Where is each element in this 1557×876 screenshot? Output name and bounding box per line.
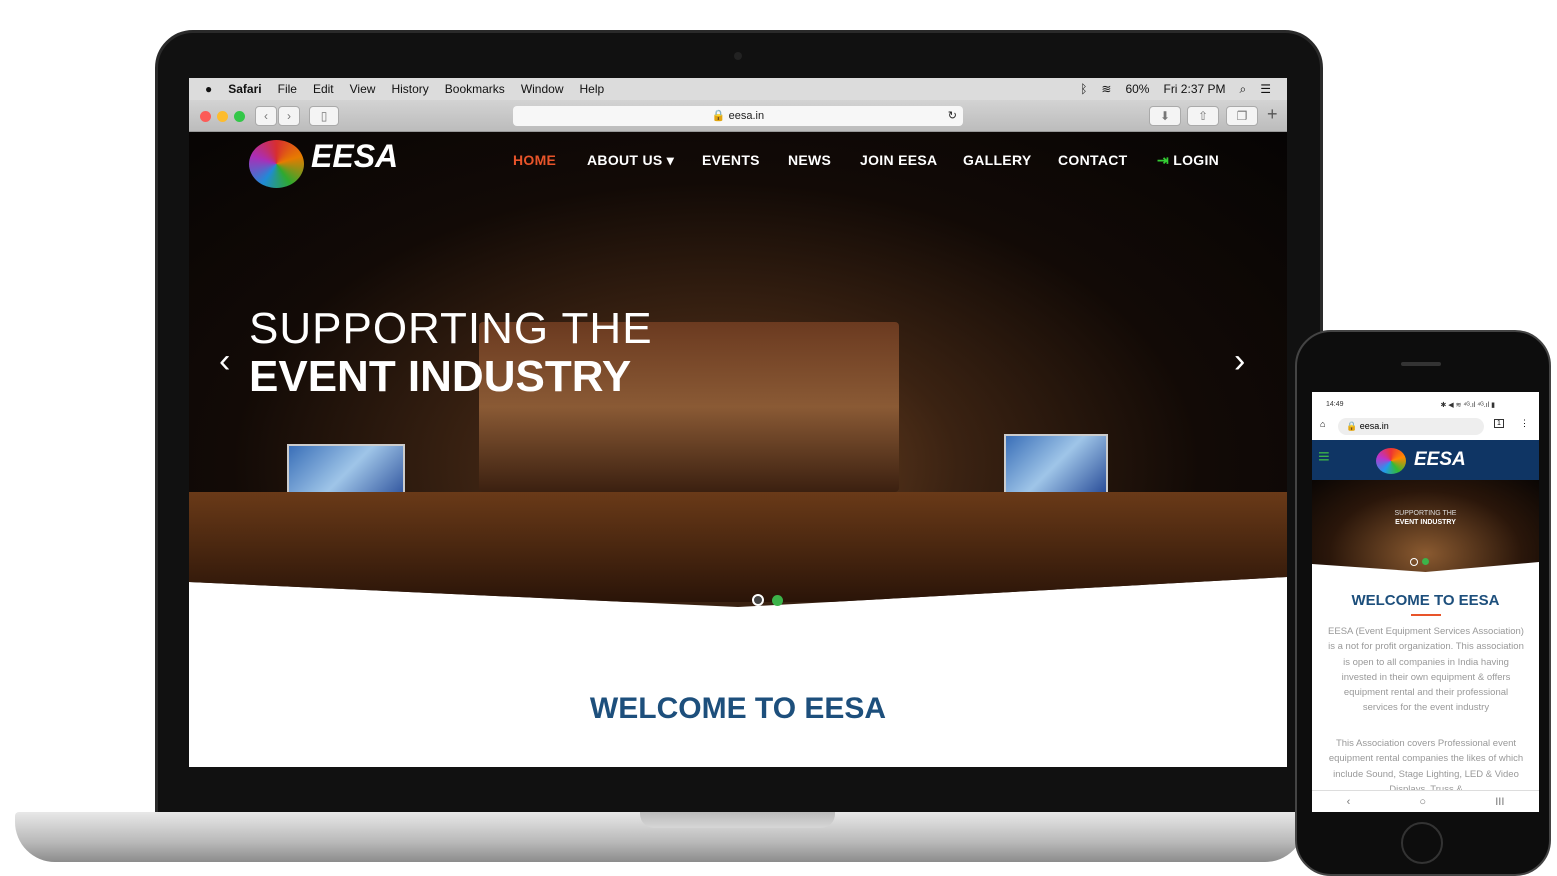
- camera: [734, 52, 742, 60]
- hero-title-line1: SUPPORTING THE: [249, 304, 653, 353]
- phone-status-bar: 14:49 ✱ ◀ ≋ ⁴ᴳ.ıl ⁴ᴳ.ıl ▮: [1312, 392, 1539, 414]
- phone-frame: 14:49 ✱ ◀ ≋ ⁴ᴳ.ıl ⁴ᴳ.ıl ▮ ⌂ 🔒 eesa.in 1 ⋮…: [1295, 330, 1551, 876]
- phone-time: 14:49: [1326, 401, 1344, 408]
- nav-join[interactable]: JOIN EESA: [860, 152, 937, 168]
- heading-underline: [1411, 614, 1441, 616]
- slider-dot-2[interactable]: [772, 595, 783, 606]
- phone-home-button[interactable]: [1401, 822, 1443, 864]
- battery-percent[interactable]: 60%: [1125, 82, 1149, 97]
- apple-menu-icon[interactable]: ●: [205, 82, 212, 96]
- new-tab-icon[interactable]: +: [1267, 104, 1278, 125]
- share-icon[interactable]: ⇧: [1187, 106, 1219, 126]
- android-recents-icon[interactable]: III: [1495, 796, 1504, 808]
- menu-edit[interactable]: Edit: [313, 82, 334, 96]
- crowd-image: [189, 492, 1287, 602]
- tabs-icon[interactable]: ❐: [1226, 106, 1258, 126]
- nav-events[interactable]: EVENTS: [702, 152, 760, 168]
- phone-logo-mark: [1376, 448, 1406, 474]
- phone-paragraph-2: This Association covers Professional eve…: [1328, 738, 1524, 795]
- list-icon[interactable]: ☰: [1260, 82, 1271, 97]
- hero-title-line2: EVENT INDUSTRY: [249, 352, 632, 401]
- back-icon[interactable]: ‹: [255, 106, 277, 126]
- phone-hero: SUPPORTING THE EVENT INDUSTRY: [1312, 480, 1539, 572]
- more-icon[interactable]: ⋮: [1520, 418, 1529, 429]
- phone-speaker: [1401, 362, 1441, 366]
- phone-url-bar[interactable]: 🔒 eesa.in: [1338, 418, 1484, 435]
- phone-address-row: ⌂ 🔒 eesa.in 1 ⋮: [1312, 414, 1539, 440]
- phone-welcome-heading: WELCOME TO EESA: [1351, 592, 1500, 609]
- phone-slider-dot-2[interactable]: [1422, 558, 1429, 565]
- android-back-icon[interactable]: ‹: [1347, 796, 1351, 808]
- website: EESA HOME ABOUT US ▾ EVENTS NEWS JOIN EE…: [189, 132, 1287, 767]
- nav-login[interactable]: ⇥ LOGIN: [1157, 152, 1219, 169]
- slider-next-icon[interactable]: ›: [1234, 342, 1245, 381]
- zoom-button[interactable]: [234, 111, 245, 122]
- phone-slider-dot-1[interactable]: [1410, 558, 1418, 566]
- address-bar[interactable]: 🔒 eesa.in ↻: [513, 106, 963, 126]
- home-icon[interactable]: ⌂: [1320, 419, 1325, 429]
- wifi-icon[interactable]: ≋: [1101, 82, 1111, 97]
- nav-news[interactable]: NEWS: [788, 152, 831, 168]
- led-screen-right: [1004, 434, 1108, 494]
- sidebar-icon[interactable]: ▯: [309, 106, 339, 126]
- menu-view[interactable]: View: [350, 82, 376, 96]
- forward-icon[interactable]: ›: [278, 106, 300, 126]
- reload-icon[interactable]: ↻: [948, 106, 957, 126]
- eesa-logo[interactable]: EESA: [311, 138, 398, 175]
- phone-url-text: eesa.in: [1359, 421, 1389, 431]
- menu-file[interactable]: File: [278, 82, 297, 96]
- slider-prev-icon[interactable]: ‹: [219, 342, 230, 381]
- phone-status-icons: ✱ ◀ ≋ ⁴ᴳ.ıl ⁴ᴳ.ıl ▮: [1440, 402, 1495, 409]
- laptop-screen: ● Safari File Edit View History Bookmark…: [189, 78, 1287, 767]
- phone-logo[interactable]: EESA: [1414, 449, 1466, 471]
- nav-home[interactable]: HOME: [513, 152, 556, 168]
- hero-slider: EESA HOME ABOUT US ▾ EVENTS NEWS JOIN EE…: [189, 132, 1287, 607]
- menu-help[interactable]: Help: [580, 82, 605, 96]
- mac-menubar: ● Safari File Edit View History Bookmark…: [189, 78, 1287, 100]
- phone-nav-bar: ‹ ○ III: [1312, 790, 1539, 812]
- hamburger-icon[interactable]: ≡: [1318, 446, 1330, 469]
- search-icon[interactable]: ⌕: [1240, 82, 1247, 97]
- phone-site-header: ≡ EESA: [1312, 440, 1539, 480]
- nav-contact[interactable]: CONTACT: [1058, 152, 1128, 168]
- phone-hero-line2: EVENT INDUSTRY: [1395, 519, 1456, 526]
- menu-history[interactable]: History: [391, 82, 428, 96]
- android-home-icon[interactable]: ○: [1419, 796, 1426, 808]
- safari-toolbar: ‹ › ▯ 🔒 eesa.in ↻ ⬇ ⇧ ❐ +: [189, 100, 1287, 132]
- phone-tabs-icon[interactable]: 1: [1494, 419, 1504, 428]
- laptop-notch: [640, 812, 835, 828]
- slider-dot-1[interactable]: [752, 594, 764, 606]
- eesa-logo-mark: [249, 140, 304, 188]
- url-text: eesa.in: [728, 110, 765, 122]
- phone-paragraph-1: EESA (Event Equipment Services Associati…: [1328, 626, 1524, 714]
- close-button[interactable]: [200, 111, 211, 122]
- nav-gallery[interactable]: GALLERY: [963, 152, 1031, 168]
- download-icon[interactable]: ⬇: [1149, 106, 1181, 126]
- phone-screen: 14:49 ✱ ◀ ≋ ⁴ᴳ.ıl ⁴ᴳ.ıl ▮ ⌂ 🔒 eesa.in 1 ⋮…: [1312, 392, 1539, 812]
- nav-about[interactable]: ABOUT US ▾: [587, 152, 674, 169]
- menu-bookmarks[interactable]: Bookmarks: [445, 82, 505, 96]
- clock[interactable]: Fri 2:37 PM: [1163, 82, 1225, 97]
- menu-app[interactable]: Safari: [228, 82, 261, 96]
- welcome-heading: WELCOME TO EESA: [589, 692, 887, 725]
- login-label: LOGIN: [1173, 152, 1220, 168]
- bluetooth-icon[interactable]: ᛒ: [1080, 82, 1087, 97]
- minimize-button[interactable]: [217, 111, 228, 122]
- login-icon: ⇥: [1157, 152, 1170, 168]
- menu-window[interactable]: Window: [521, 82, 564, 96]
- phone-hero-line1: SUPPORTING THE: [1394, 510, 1457, 517]
